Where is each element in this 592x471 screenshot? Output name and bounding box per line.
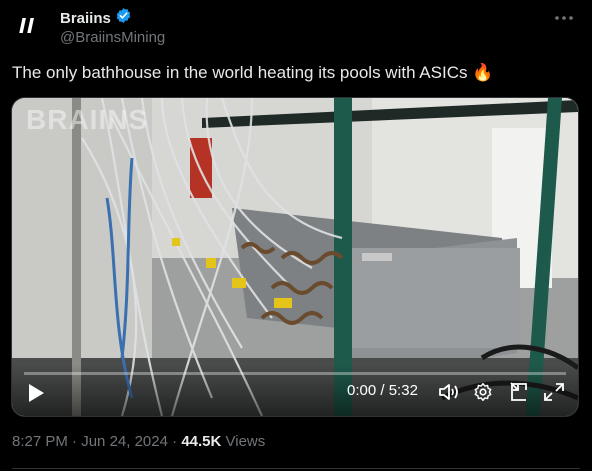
settings-icon[interactable] bbox=[471, 381, 495, 403]
tweet-date[interactable]: Jun 24, 2024 bbox=[81, 433, 168, 450]
divider bbox=[12, 468, 580, 469]
video-watermark: BRAIINS bbox=[26, 104, 149, 135]
tweet-body: The only bathhouse in the world heating … bbox=[12, 63, 468, 82]
video-player[interactable]: BRAIINS 0:00 / 5:32 bbox=[11, 97, 579, 417]
views-label: Views bbox=[225, 433, 266, 450]
more-options-icon[interactable] bbox=[552, 8, 576, 28]
verified-badge-icon bbox=[115, 7, 132, 29]
current-time: 0:00 bbox=[347, 382, 377, 399]
tweet-meta: 8:27 PM · Jun 24, 2024 · 44.5K Views bbox=[12, 433, 265, 450]
progress-bar[interactable] bbox=[24, 372, 566, 375]
tweet-text: The only bathhouse in the world heating … bbox=[12, 63, 493, 83]
fullscreen-icon[interactable] bbox=[542, 381, 566, 403]
braiins-logo-icon bbox=[12, 6, 52, 46]
video-time: 0:00 / 5:32 bbox=[347, 382, 418, 399]
pip-icon[interactable] bbox=[507, 381, 531, 403]
tweet-time[interactable]: 8:27 PM bbox=[12, 433, 68, 450]
play-icon[interactable] bbox=[26, 383, 46, 403]
separator-dot: · bbox=[172, 433, 182, 450]
author-handle[interactable]: @BraiinsMining bbox=[60, 29, 165, 46]
video-controls: 0:00 / 5:32 bbox=[12, 364, 578, 416]
volume-icon[interactable] bbox=[437, 381, 461, 403]
author-display-name[interactable]: Braiins bbox=[60, 10, 111, 27]
avatar[interactable] bbox=[12, 6, 52, 46]
duration: 5:32 bbox=[388, 382, 418, 399]
views-count: 44.5K bbox=[181, 433, 222, 450]
separator-dot: · bbox=[72, 433, 82, 450]
fire-emoji: 🔥 bbox=[472, 63, 494, 82]
